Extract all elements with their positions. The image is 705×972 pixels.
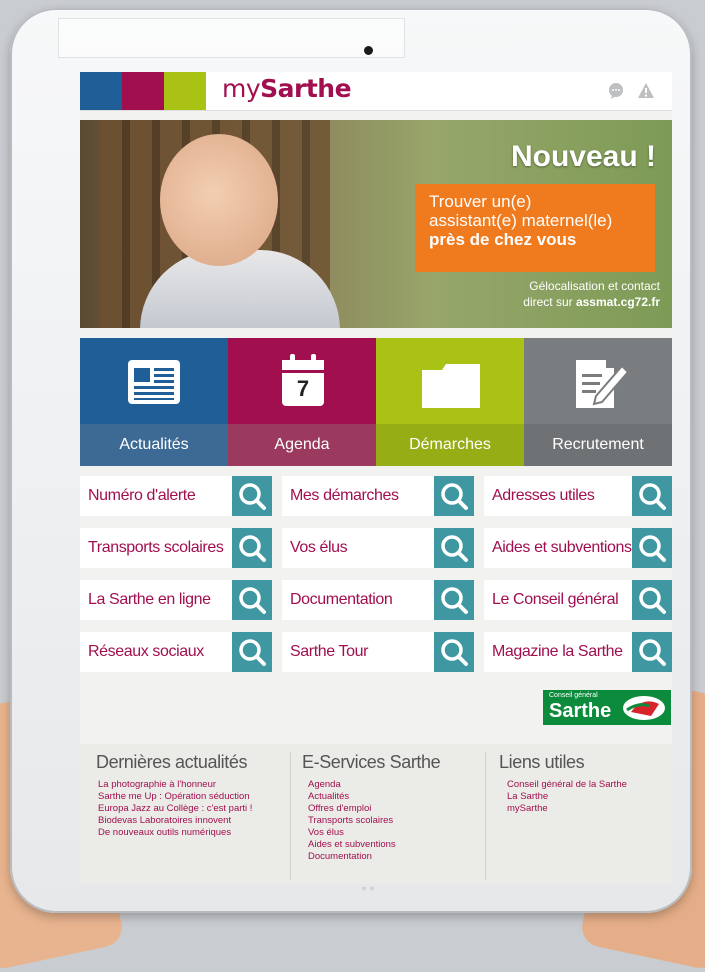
link-magazine-sarthe[interactable]: Magazine la Sarthe [484,632,672,672]
link-adresses-utiles[interactable]: Adresses utiles [484,476,672,516]
link-transports-scolaires[interactable]: Transports scolaires [80,528,272,568]
search-button[interactable] [434,632,474,672]
banner-sub-prefix: direct sur [523,295,576,309]
banner-line-3: près de chez vous [429,230,577,249]
footer: Dernières actualités La photographie à l… [80,744,672,884]
search-icon [239,535,266,562]
tile-label: Actualités [80,424,228,466]
link-conseil-general[interactable]: Le Conseil général [484,580,672,620]
search-icon [639,535,666,562]
eservice-link[interactable]: Aides et subventions [308,839,472,851]
home-button[interactable]: ● ● [343,883,393,899]
search-button[interactable] [632,528,672,568]
search-icon [639,639,666,666]
main-nav-tiles: Actualités 7 Agenda Démarches Recrutemen… [80,338,672,466]
useful-link[interactable]: mySarthe [507,803,669,815]
link-numero-alerte[interactable]: Numéro d'alerte [80,476,272,516]
search-button[interactable] [232,528,272,568]
news-link[interactable]: La photographie à l'honneur [98,779,286,791]
app-logo[interactable]: mySarthe [222,74,352,103]
search-button[interactable] [434,528,474,568]
newspaper-icon [128,360,180,404]
footer-divider [485,752,486,880]
eservice-link[interactable]: Documentation [308,851,472,863]
tile-agenda[interactable]: 7 Agenda [228,338,376,466]
banner-sub-line-1: Gélocalisation et contact [529,279,660,293]
link-sarthe-en-ligne[interactable]: La Sarthe en ligne [80,580,272,620]
link-sarthe-tour[interactable]: Sarthe Tour [282,632,474,672]
screen-glare [58,18,405,58]
eservice-link[interactable]: Agenda [308,779,472,791]
link-aides-subventions[interactable]: Aides et subventions [484,528,672,568]
footer-news-title: Dernières actualités [96,752,248,772]
banner-callout: Trouver un(e) assistant(e) maternel(le) … [415,184,655,272]
link-vos-elus[interactable]: Vos élus [282,528,474,568]
tile-recrutement[interactable]: Recrutement [524,338,672,466]
tile-label: Recrutement [524,424,672,466]
tile-label: Agenda [228,424,376,466]
search-button[interactable] [632,632,672,672]
search-icon [441,639,468,666]
search-button[interactable] [434,580,474,620]
search-icon [239,639,266,666]
link-reseaux-sociaux[interactable]: Réseaux sociaux [80,632,272,672]
hero-banner[interactable]: Nouveau ! Trouver un(e) assistant(e) mat… [80,120,672,328]
search-icon [639,587,666,614]
eservice-link[interactable]: Offres d'emploi [308,803,472,815]
conseil-general-logo[interactable]: Conseil général Sarthe [543,690,671,725]
footer-eservices-title: E-Services Sarthe [302,752,441,772]
link-mes-demarches[interactable]: Mes démarches [282,476,474,516]
search-icon [639,483,666,510]
edit-document-icon [576,360,630,408]
news-link[interactable]: De nouveaux outils numériques [98,827,286,839]
footer-news: Dernières actualités La photographie à l… [96,752,286,839]
news-link[interactable]: Biodevas Laboratoires innovent [98,815,286,827]
useful-link[interactable]: Conseil général de la Sarthe [507,779,669,791]
footer-eservices: E-Services Sarthe Agenda Actualités Offr… [302,752,472,863]
tablet-frame: ● ● mySarthe Nouveau ! Trouver un(e) ass… [10,8,692,913]
search-icon [441,535,468,562]
chat-icon[interactable] [607,82,625,100]
search-icon [441,483,468,510]
banner-line-2: assistant(e) maternel(le) [429,211,613,230]
link-documentation[interactable]: Documentation [282,580,474,620]
banner-title: Nouveau ! [510,140,656,173]
sarthe-emblem-icon [623,696,665,720]
news-link[interactable]: Sarthe me Up : Opération séduction [98,791,286,803]
search-icon [239,483,266,510]
search-button[interactable] [434,476,474,516]
app-screen: mySarthe Nouveau ! Trouver un(e) assista… [80,72,672,884]
footer-divider [290,752,291,880]
color-block-green [164,72,206,110]
news-link[interactable]: Europa Jazz au Collège : c'est parti ! [98,803,286,815]
tile-label: Démarches [376,424,524,466]
tile-actualites[interactable]: Actualités [80,338,228,466]
footer-useful-links: Liens utiles Conseil général de la Sarth… [499,752,669,815]
search-button[interactable] [232,476,272,516]
search-icon [441,587,468,614]
eservice-link[interactable]: Vos élus [308,827,472,839]
eservice-link[interactable]: Actualités [308,791,472,803]
search-icon [239,587,266,614]
footer-links-title: Liens utiles [499,752,585,772]
search-button[interactable] [232,632,272,672]
camera-icon [364,46,373,55]
banner-link[interactable]: assmat.cg72.fr [576,295,660,309]
folder-icon [422,364,480,408]
banner-line-1: Trouver un(e) [429,192,532,211]
color-block-magenta [122,72,164,110]
banner-photo-baby [160,134,278,266]
search-button[interactable] [632,580,672,620]
tile-demarches[interactable]: Démarches [376,338,524,466]
search-button[interactable] [232,580,272,620]
color-block-blue [80,72,122,110]
calendar-day-number: 7 [296,376,310,401]
eservice-link[interactable]: Transports scolaires [308,815,472,827]
banner-subtext: Gélocalisation et contact direct sur ass… [523,278,660,310]
useful-link[interactable]: La Sarthe [507,791,669,803]
alert-icon[interactable] [637,82,655,100]
app-header: mySarthe [80,72,672,111]
search-button[interactable] [632,476,672,516]
